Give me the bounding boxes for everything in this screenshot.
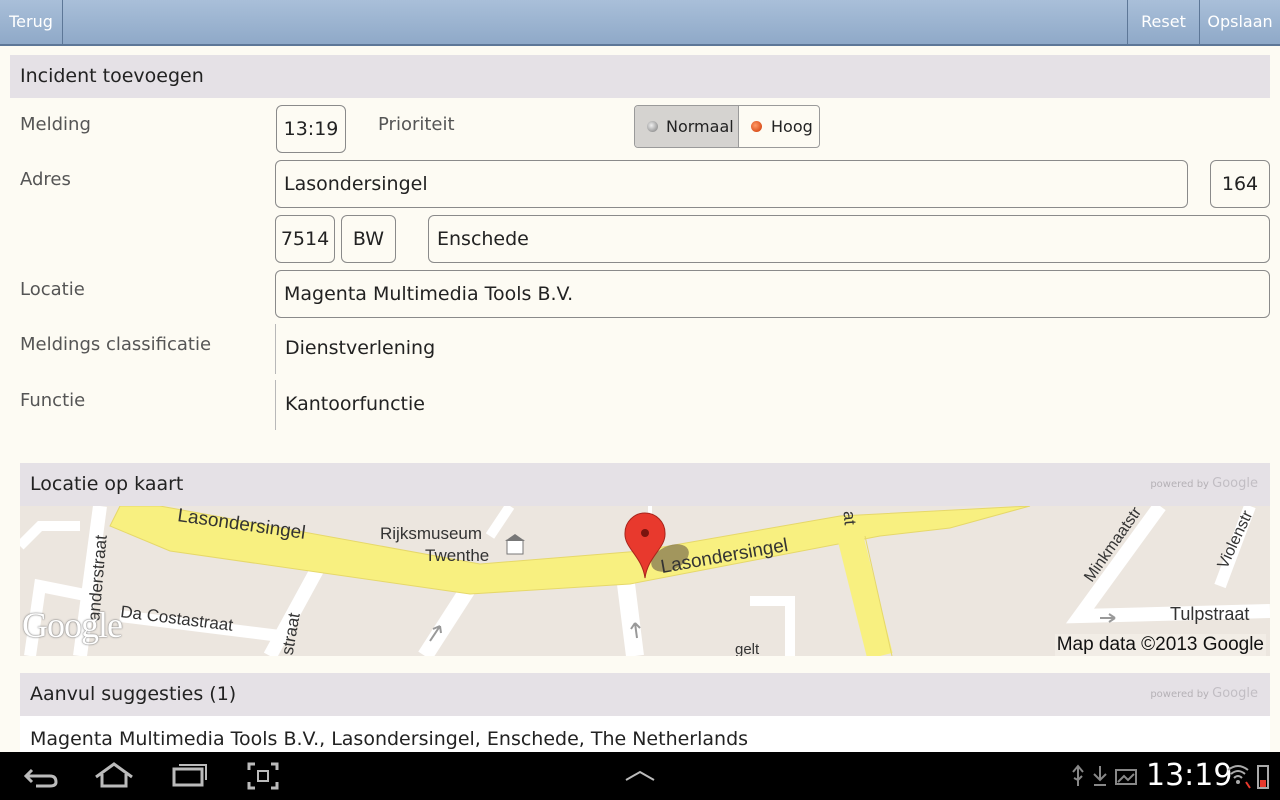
- map-label-tulpstraat: Tulpstraat: [1170, 604, 1250, 624]
- locatie-field[interactable]: Magenta Multimedia Tools B.V.: [275, 270, 1270, 318]
- house-number-field[interactable]: 164: [1210, 160, 1270, 208]
- status-clock: 13:19: [1146, 758, 1233, 793]
- incident-section-header: Incident toevoegen: [10, 55, 1270, 98]
- postcode-letters-field[interactable]: BW: [341, 215, 396, 263]
- google-logo: Google: [22, 605, 123, 645]
- powered-by-google: powered by Google: [1150, 476, 1258, 491]
- map-section-title: Locatie op kaart: [30, 473, 184, 495]
- postcode-digits-field[interactable]: 7514: [275, 215, 335, 263]
- functie-label: Functie: [20, 390, 86, 411]
- screenshot-icon[interactable]: [245, 752, 285, 800]
- priority-selector: Normaal Hoog: [634, 105, 820, 148]
- suggestions-title: Aanvul suggesties (1): [30, 683, 237, 705]
- classificatie-label: Meldings classificatie: [20, 334, 212, 355]
- back-nav-icon[interactable]: [22, 752, 62, 800]
- location-map[interactable]: Lasondersingel Lasondersingel Rijksmuseu…: [20, 506, 1270, 656]
- powered-by-google: powered by Google: [1150, 686, 1258, 701]
- suggestion-item[interactable]: Magenta Multimedia Tools B.V., Lasonders…: [20, 716, 1270, 752]
- reset-button[interactable]: Reset: [1127, 0, 1199, 44]
- priority-hoog-option[interactable]: Hoog: [739, 106, 819, 147]
- priority-hoog-label: Hoog: [771, 117, 813, 136]
- radio-indicator-icon: [751, 121, 762, 132]
- chevron-up-icon[interactable]: [622, 752, 658, 800]
- recent-apps-icon[interactable]: [170, 752, 210, 800]
- street-field[interactable]: Lasondersingel: [275, 160, 1188, 208]
- system-nav-bar: 13:19: [0, 752, 1280, 800]
- melding-label: Melding: [20, 114, 91, 135]
- home-nav-icon[interactable]: [92, 752, 136, 800]
- map-attribution: Map data ©2013 Google: [1054, 634, 1266, 656]
- priority-normaal-option[interactable]: Normaal: [635, 106, 739, 147]
- functie-value[interactable]: Kantoorfunctie: [275, 380, 425, 430]
- suggestions-section-header: Aanvul suggesties (1) powered by Google: [20, 673, 1270, 716]
- melding-time-field[interactable]: 13:19: [276, 105, 346, 153]
- back-button[interactable]: Terug: [0, 0, 63, 44]
- wifi-battery-icon: [1227, 765, 1269, 789]
- map-label-rijksmuseum: Rijksmuseum: [380, 524, 483, 543]
- incident-title: Incident toevoegen: [20, 65, 204, 87]
- priority-normaal-label: Normaal: [666, 117, 734, 136]
- map-label-gelt: gelt: [735, 641, 760, 656]
- radio-indicator-icon: [647, 121, 658, 132]
- adres-label: Adres: [20, 169, 71, 190]
- map-label-at: at: [839, 510, 860, 526]
- prioriteit-label: Prioriteit: [378, 114, 455, 135]
- status-icons: [1072, 764, 1137, 786]
- save-button[interactable]: Opslaan: [1199, 0, 1280, 44]
- map-label-twenthe: Twenthe: [425, 546, 490, 565]
- city-field[interactable]: Enschede: [428, 215, 1270, 263]
- map-section-header: Locatie op kaart powered by Google: [20, 463, 1270, 506]
- classificatie-value[interactable]: Dienstverlening: [275, 324, 435, 374]
- locatie-label: Locatie: [20, 279, 85, 300]
- action-bar: Terug Reset Opslaan: [0, 0, 1280, 46]
